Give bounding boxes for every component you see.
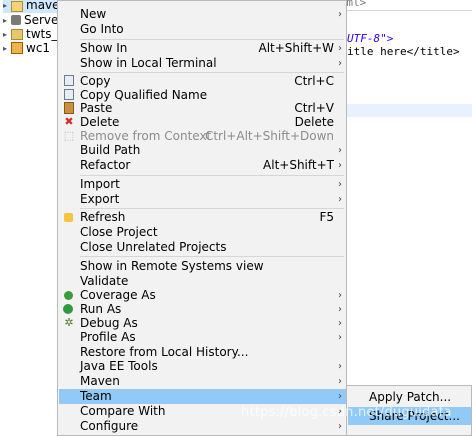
menu-item-remove-from-context[interactable]: ⬚ Remove from Context Ctrl+Alt+Shift+Dow… [59,129,346,144]
paste-icon [64,102,74,114]
menu-item-validate[interactable]: Validate [59,274,346,289]
server-folder-icon [11,15,21,25]
submenu-arrow-icon: › [338,9,342,20]
menu-separator [80,256,344,257]
editor-line-title: itle here</title> [347,45,460,58]
menu-item-show-in-remote-systems[interactable]: Show in Remote Systems view [59,259,346,274]
expand-arrow-icon[interactable]: ▸ [3,16,11,25]
submenu-arrow-icon: › [338,58,342,69]
submenu-arrow-icon: › [338,421,342,432]
editor-line-charset: UTF-8"> [347,32,394,45]
refresh-icon [64,213,73,222]
menu-item-export[interactable]: Export › [59,192,346,207]
copy-qualified-icon [64,89,74,100]
menu-item-configure[interactable]: Configure › [59,419,346,434]
menu-separator [80,72,344,73]
submenu-arrow-icon: › [338,304,342,315]
submenu-arrow-icon: › [338,160,342,171]
menu-item-close-project[interactable]: Close Project [59,225,346,240]
menu-item-paste[interactable]: Paste Ctrl+V [59,101,346,116]
project-icon [11,28,23,40]
menu-separator [80,208,344,209]
expand-arrow-icon[interactable]: ▸ [3,1,11,10]
menu-item-refresh[interactable]: Refresh F5 [59,210,346,225]
menu-item-restore-local-history[interactable]: Restore from Local History... [59,345,346,360]
submenu-arrow-icon: › [338,145,342,156]
copy-icon [64,75,74,86]
tree-item-wc1[interactable]: ▸ wc1 [3,40,50,56]
submenu-arrow-icon: › [338,318,342,329]
web-project-icon [11,42,23,54]
debug-icon: ✲ [64,316,74,329]
menu-item-new[interactable]: New › [59,7,346,22]
submenu-arrow-icon: › [338,361,342,372]
menu-item-profile-as[interactable]: Profile As › [59,330,346,345]
submenu-arrow-icon: › [338,194,342,205]
remove-context-icon: ⬚ [63,129,75,142]
menu-item-import[interactable]: Import › [59,177,346,192]
menu-item-show-in-local-terminal[interactable]: Show in Local Terminal › [59,56,346,71]
menu-item-delete[interactable]: ✖ Delete Delete [59,115,346,130]
watermark: https://blog.csdn.net/duguidafa [241,405,452,420]
submenu-arrow-icon: › [338,391,342,402]
expand-arrow-icon[interactable]: ▸ [3,44,11,53]
menu-separator [80,39,344,40]
run-icon [63,304,73,314]
submenu-arrow-icon: › [338,43,342,54]
editor-current-line [347,104,472,117]
submenu-item-apply-patch[interactable]: Apply Patch... [348,388,471,406]
menu-item-maven[interactable]: Maven › [59,374,346,389]
menu-item-debug-as[interactable]: ✲ Debug As › [59,316,346,331]
menu-item-run-as[interactable]: Run As › [59,302,346,317]
coverage-icon [64,291,73,300]
menu-item-close-unrelated-projects[interactable]: Close Unrelated Projects [59,240,346,255]
context-menu: New › Go Into Show In Alt+Shift+W › Show… [57,0,347,436]
menu-item-refactor[interactable]: Refactor Alt+Shift+T › [59,158,346,173]
menu-item-build-path[interactable]: Build Path › [59,143,346,158]
project-explorer-tree: ▸ maven ▸ Server ▸ twts_1 ▸ wc1 [0,0,68,60]
menu-item-go-into[interactable]: Go Into [59,22,346,37]
delete-icon: ✖ [64,115,74,128]
submenu-arrow-icon: › [338,332,342,343]
menu-item-java-ee-tools[interactable]: Java EE Tools › [59,359,346,374]
submenu-arrow-icon: › [338,376,342,387]
menu-separator [80,175,344,176]
tree-item-label: wc1 [26,41,51,55]
menu-item-team[interactable]: Team › [59,389,346,404]
expand-arrow-icon[interactable]: ▸ [3,30,11,39]
submenu-arrow-icon: › [338,290,342,301]
menu-item-show-in[interactable]: Show In Alt+Shift+W › [59,41,346,56]
menu-item-coverage-as[interactable]: Coverage As › [59,288,346,303]
menu-item-copy[interactable]: Copy Ctrl+C [59,74,346,89]
submenu-arrow-icon: › [338,179,342,190]
project-icon [11,0,23,12]
